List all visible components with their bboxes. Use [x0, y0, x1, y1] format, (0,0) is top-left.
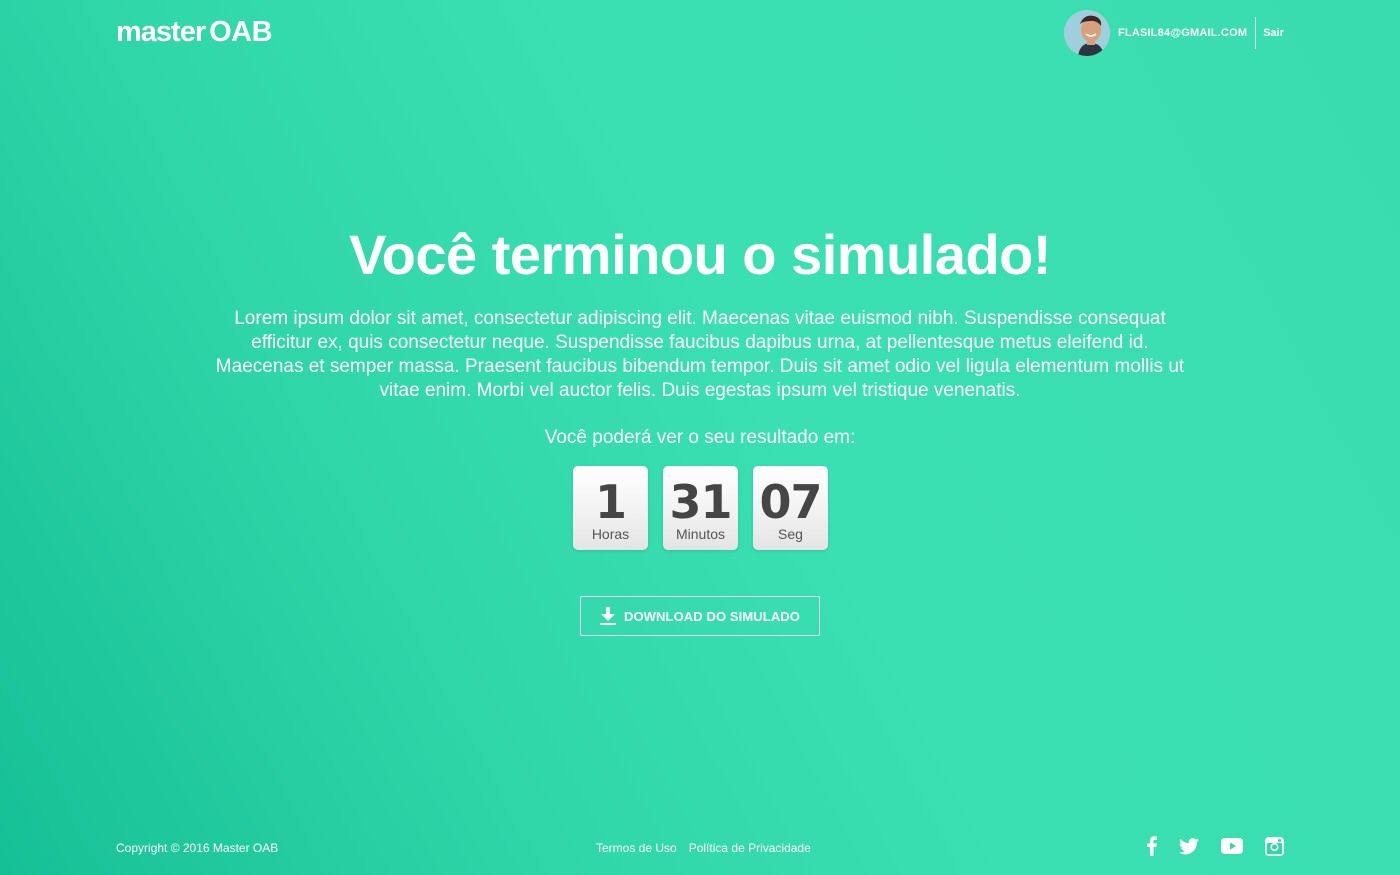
- download-icon: [599, 607, 616, 625]
- countdown-timer: 1 Horas 31 Minutos 07 Seg: [573, 466, 828, 550]
- terms-link[interactable]: Termos de Uso: [596, 841, 677, 855]
- avatar[interactable]: [1063, 10, 1110, 56]
- countdown-seconds-value: 07: [759, 475, 822, 529]
- brand-logo[interactable]: master OAB: [116, 16, 273, 49]
- countdown-hours-value: 1: [594, 475, 627, 529]
- countdown-minutes-value: 31: [669, 475, 732, 529]
- logo-text-master: master: [116, 16, 206, 48]
- copyright-text: Copyright © 2016 Master OAB: [116, 841, 279, 855]
- logout-link[interactable]: Sair: [1256, 27, 1284, 39]
- avatar-image: [1063, 10, 1110, 56]
- countdown-seconds: 07 Seg: [753, 466, 828, 550]
- page-description: Lorem ipsum dolor sit amet, consectetur …: [215, 308, 1185, 401]
- social-links: [1147, 836, 1284, 856]
- download-simulation-button[interactable]: DOWNLOAD DO SIMULADO: [580, 596, 820, 636]
- countdown-hours: 1 Horas: [573, 466, 648, 550]
- countdown-hours-label: Horas: [591, 526, 630, 542]
- download-button-label: DOWNLOAD DO SIMULADO: [623, 608, 801, 624]
- instagram-icon[interactable]: [1265, 836, 1284, 856]
- countdown-minutes: 31 Minutos: [663, 466, 738, 550]
- page-title: Você terminou o simulado!: [348, 223, 1052, 286]
- logo-text-oab: OAB: [209, 16, 273, 48]
- result-countdown-label: Você poderá ver o seu resultado em:: [544, 427, 856, 448]
- privacy-link[interactable]: Política de Privacidade: [689, 841, 811, 855]
- footer-links: Termos de Uso Política de Privacidade: [596, 841, 811, 855]
- user-menu: FLASIL84@GMAIL.COM Sair: [1063, 10, 1284, 56]
- user-email[interactable]: FLASIL84@GMAIL.COM: [1118, 27, 1255, 39]
- youtube-icon[interactable]: [1221, 838, 1243, 854]
- facebook-icon[interactable]: [1147, 836, 1157, 856]
- countdown-seconds-label: Seg: [778, 526, 803, 542]
- countdown-minutes-label: Minutos: [675, 526, 726, 542]
- twitter-icon[interactable]: [1179, 837, 1199, 855]
